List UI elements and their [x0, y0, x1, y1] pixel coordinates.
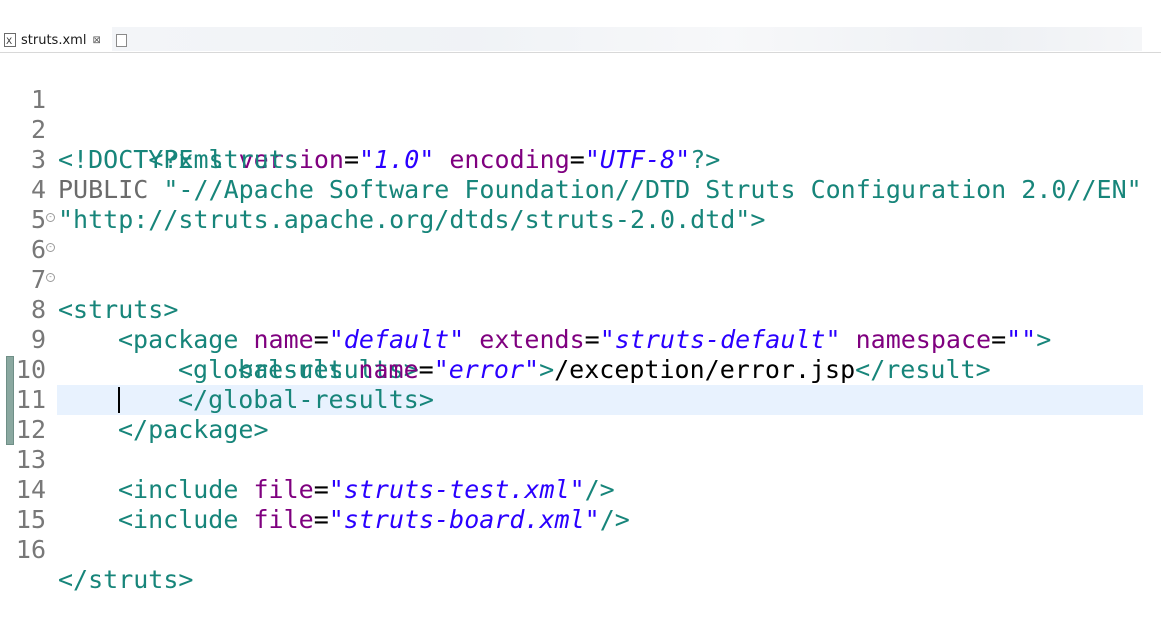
tab-struts-xml[interactable]: X struts.xml ⊠	[4, 29, 101, 53]
svg-text:X: X	[6, 37, 12, 47]
code-line: 11 </package>	[0, 355, 1161, 444]
line-number: 16	[15, 535, 46, 564]
fold-toggle-icon[interactable]: -	[46, 213, 55, 222]
redacted-tabs-area	[112, 27, 1142, 51]
fold-toggle-icon[interactable]: -	[46, 243, 55, 252]
file-icon	[116, 33, 127, 47]
code-line: 13 <include file="struts-test.xml"/>	[15, 445, 615, 504]
code-line: 7 - <package name="default" extends="str…	[0, 235, 1161, 354]
code-line: 6 - <struts>	[0, 205, 1161, 324]
close-icon[interactable]: ⊠	[92, 35, 100, 46]
editor-tab-bar: X struts.xml ⊠	[0, 0, 1161, 53]
code-line: 12	[0, 385, 1161, 444]
code-line: 3 PUBLIC "-//Apache Software Foundation/…	[0, 115, 1161, 204]
tab-secondary[interactable]	[116, 32, 127, 48]
xml-file-icon: X	[4, 33, 16, 47]
code-line: 15	[0, 475, 1161, 534]
code-line: 1 <?xml version="1.0" encoding="UTF-8"?>	[0, 55, 1161, 174]
code-editor[interactable]: 1 <?xml version="1.0" encoding="UTF-8"?>…	[0, 52, 1161, 594]
code-line: 14 <include file="struts-board.xml"/>	[15, 475, 630, 534]
code-line: 16 </struts>	[0, 505, 1161, 594]
code-line: 4 "http://struts.apache.org/dtds/struts-…	[0, 145, 1161, 234]
code-line: 5	[0, 175, 1161, 234]
code-line: 2 <!DOCTYPE struts	[0, 85, 1161, 174]
tab-label: struts.xml	[21, 32, 87, 48]
code-line: 10 </global-results>	[0, 325, 1161, 414]
fold-toggle-icon[interactable]: -	[46, 273, 55, 282]
text-caret	[118, 387, 120, 413]
struts-close-tag: </struts>	[58, 565, 194, 594]
code-line: 8 - <global-results>	[0, 265, 1161, 384]
code-line: 9 <result name="error">/exception/error.…	[0, 295, 1161, 384]
